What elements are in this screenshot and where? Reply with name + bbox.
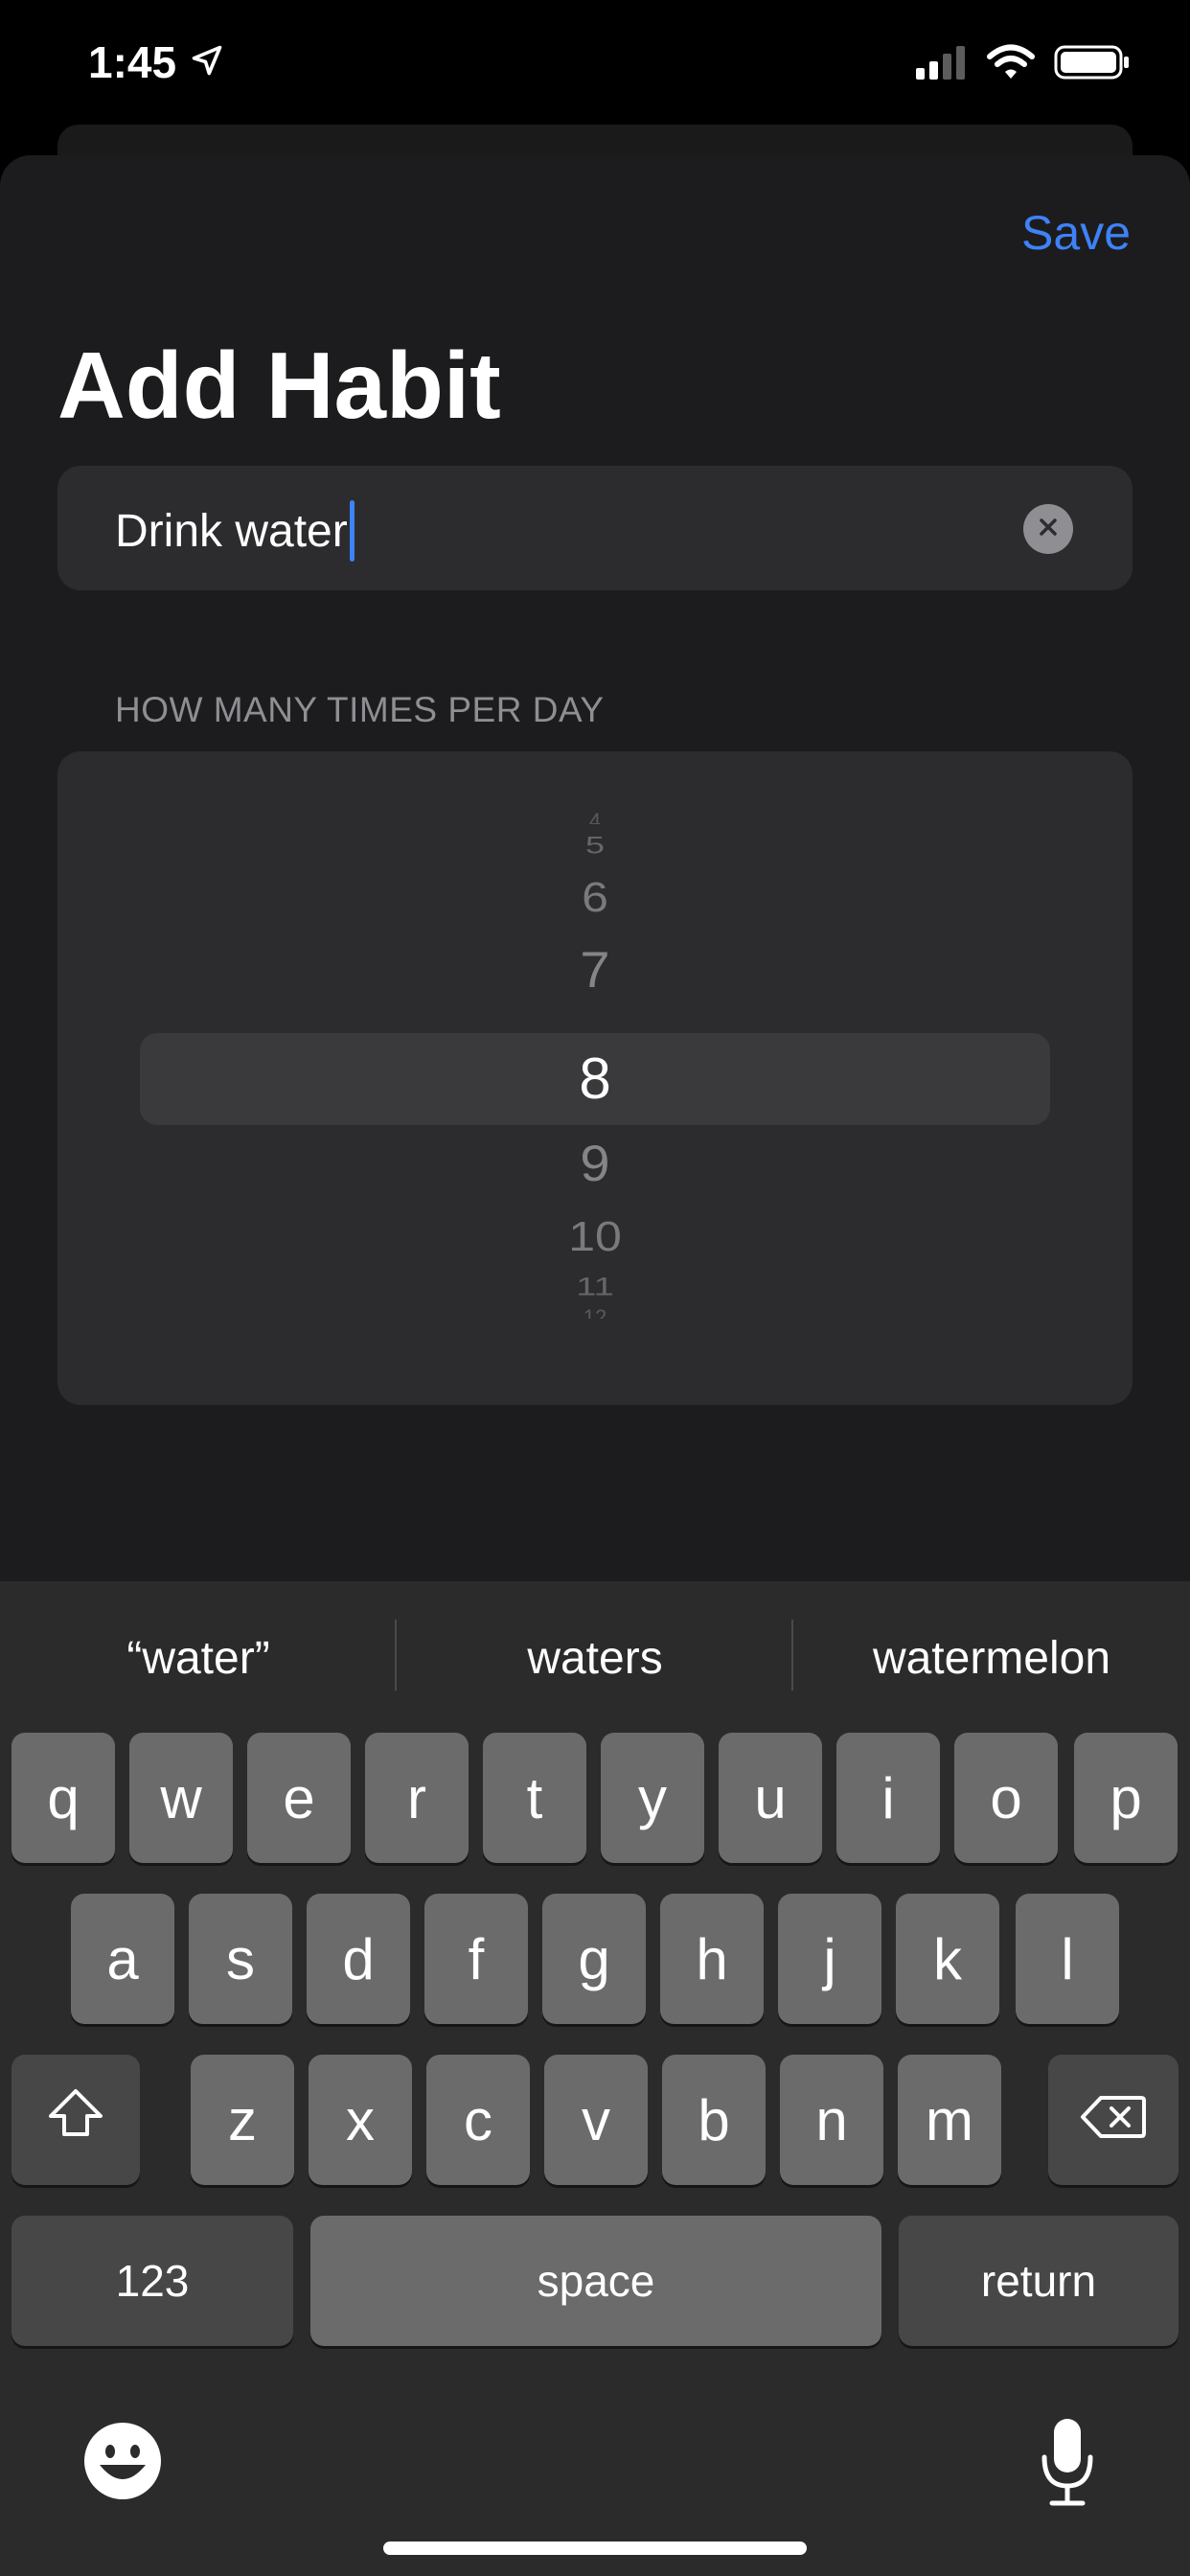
shift-key[interactable] [11,2055,140,2185]
suggestion-item[interactable]: waters [397,1620,793,1696]
key-v[interactable]: v [544,2055,648,2185]
delete-key[interactable] [1048,2055,1179,2185]
suggestion-item[interactable]: “water” [0,1620,397,1696]
backspace-icon [1080,2087,1147,2153]
keyboard: “water” waters watermelon q w e r t y u … [0,1581,1190,2576]
key-b[interactable]: b [662,2055,766,2185]
key-o[interactable]: o [954,1733,1058,1863]
key-j[interactable]: j [778,1894,881,2024]
status-time: 1:45 [88,36,224,88]
suggestion-item[interactable]: watermelon [793,1620,1190,1696]
page-title: Add Habit [57,333,501,438]
key-z[interactable]: z [191,2055,294,2185]
key-t[interactable]: t [483,1733,586,1863]
save-button[interactable]: Save [1021,205,1131,261]
home-indicator [383,2542,807,2555]
habit-name-input[interactable]: Drink water [57,466,1133,590]
shift-icon [45,2086,106,2153]
habit-name-value: Drink water [115,500,355,562]
key-u[interactable]: u [719,1733,822,1863]
key-f[interactable]: f [424,1894,528,2024]
key-y[interactable]: y [601,1733,704,1863]
key-s[interactable]: s [189,1894,292,2024]
key-x[interactable]: x [309,2055,412,2185]
times-per-day-label: HOW MANY TIMES PER DAY [115,690,605,729]
key-k[interactable]: k [896,1894,999,2024]
picker-item[interactable]: 6 [57,875,1133,919]
status-indicators [916,44,1131,85]
key-r[interactable]: r [365,1733,469,1863]
battery-icon [1054,44,1131,85]
space-key[interactable]: space [310,2216,881,2346]
emoji-icon [82,2423,163,2505]
close-icon [1037,516,1060,543]
picker-item[interactable]: 4 [57,811,1133,824]
status-time-text: 1:45 [88,37,177,87]
cellular-signal-icon [916,45,968,84]
picker-item[interactable]: 10 [57,1214,1133,1258]
picker-item[interactable]: 9 [57,1136,1133,1191]
key-q[interactable]: q [11,1733,115,1863]
key-l[interactable]: l [1016,1894,1119,2024]
key-w[interactable]: w [129,1733,233,1863]
key-p[interactable]: p [1074,1733,1178,1863]
picker-item[interactable]: 11 [57,1275,1133,1300]
key-d[interactable]: d [307,1894,410,2024]
numbers-key[interactable]: 123 [11,2216,293,2346]
key-n[interactable]: n [780,2055,883,2185]
return-key[interactable]: return [899,2216,1179,2346]
key-e[interactable]: e [247,1733,351,1863]
key-a[interactable]: a [71,1894,174,2024]
key-i[interactable]: i [836,1733,940,1863]
key-m[interactable]: m [898,2055,1001,2185]
microphone-icon [1039,2419,1096,2515]
key-h[interactable]: h [660,1894,764,2024]
key-g[interactable]: g [542,1894,646,2024]
wifi-icon [987,44,1035,85]
location-arrow-icon [190,36,224,88]
picker-item-selected[interactable]: 8 [57,1041,1133,1117]
key-c[interactable]: c [426,2055,530,2185]
dictation-button[interactable] [1039,2415,1096,2511]
habit-name-text: Drink water [115,505,348,557]
times-per-day-picker[interactable]: 4 5 6 7 8 9 10 11 12 [57,751,1133,1405]
picker-item[interactable]: 7 [57,942,1133,998]
emoji-button[interactable] [82,2421,163,2501]
text-cursor [349,500,355,562]
picker-item[interactable]: 12 [57,1307,1133,1319]
picker-item[interactable]: 5 [57,833,1133,857]
clear-text-button[interactable] [1023,504,1073,554]
